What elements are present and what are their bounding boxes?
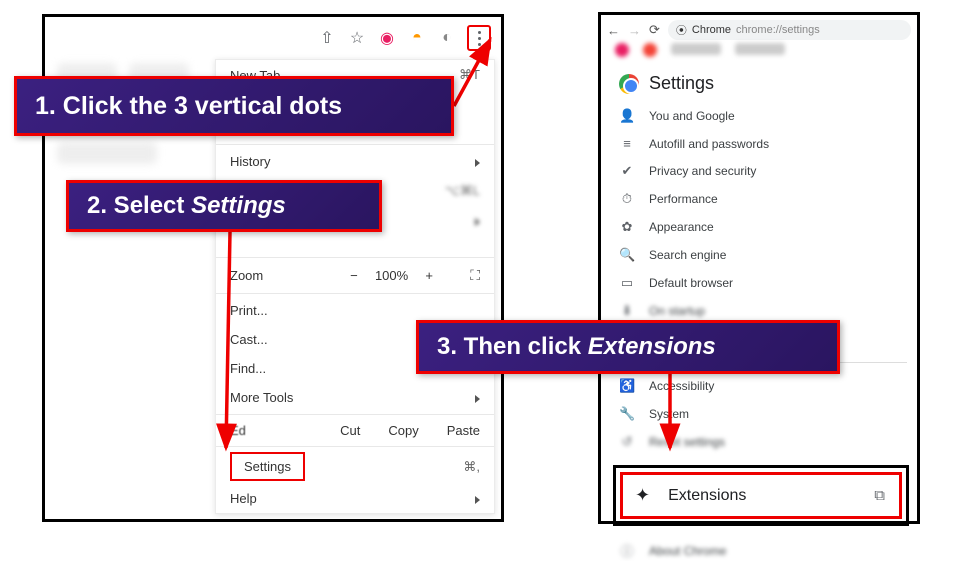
accessibility-icon: ♿ <box>619 378 635 394</box>
three-dots-menu-button[interactable] <box>467 25 491 51</box>
menu-shortcut: ⌘T <box>459 67 480 83</box>
settings-highlight: Settings <box>230 452 305 481</box>
settings-item-extensions[interactable]: ✦ Extensions ⧉ <box>620 472 902 519</box>
menu-separator <box>216 414 494 415</box>
url-text: chrome://settings <box>736 24 820 36</box>
wrench-icon: 🔧 <box>619 406 635 422</box>
url-label: Chrome <box>692 24 731 36</box>
shield-icon: ✔ <box>619 163 635 179</box>
settings-item-search-engine[interactable]: 🔍Search engine <box>615 246 907 264</box>
settings-item-about[interactable]: ⓘAbout Chrome <box>615 540 907 561</box>
address-bar: ← → ⟳ ⦿ Chrome chrome://settings <box>607 19 911 41</box>
menu-shortcut: ⌘, <box>463 459 480 475</box>
reset-icon: ↺ <box>619 434 635 450</box>
settings-item-accessibility[interactable]: ♿Accessibility <box>615 377 907 395</box>
puzzle-icon: ✦ <box>635 485 650 506</box>
paste-button[interactable]: Paste <box>433 417 494 444</box>
menu-shortcut: ⌥⌘L <box>445 183 480 199</box>
star-icon[interactable]: ☆ <box>347 27 367 49</box>
search-icon: 🔍 <box>619 247 635 263</box>
settings-item-system[interactable]: 🔧System <box>615 405 907 423</box>
menu-separator <box>216 257 494 258</box>
settings-heading: Settings <box>619 73 714 94</box>
ext-pink-icon[interactable]: ◉ <box>377 27 397 49</box>
submenu-arrow-icon <box>475 154 480 169</box>
menu-zoom: Zoom − 100% + ⛶ <box>216 260 494 291</box>
chrome-logo-icon <box>619 74 639 94</box>
forward-icon[interactable]: → <box>628 23 641 38</box>
callout-step-3: 3. Then click Extensions <box>416 320 840 374</box>
settings-item-you-and-google[interactable]: 👤You and Google <box>615 107 907 125</box>
cut-button[interactable]: Cut <box>326 417 374 444</box>
chrome-glyph-icon: ⦿ <box>676 22 687 38</box>
submenu-arrow-icon <box>475 491 480 506</box>
speed-icon: ⏱ <box>619 191 635 207</box>
menu-settings[interactable]: Settings ⌘, <box>216 449 494 484</box>
menu-history[interactable]: History <box>216 147 494 176</box>
url-bar[interactable]: ⦿ Chrome chrome://settings <box>668 20 911 40</box>
menu-edit-row: Ed Cut Copy Paste <box>216 417 494 444</box>
callout-step-1: 1. Click the 3 vertical dots <box>14 76 454 136</box>
menu-separator <box>216 446 494 447</box>
settings-item-autofill[interactable]: ≡Autofill and passwords <box>615 135 907 152</box>
menu-separator <box>216 144 494 145</box>
copy-button[interactable]: Copy <box>374 417 432 444</box>
reload-icon[interactable]: ⟳ <box>649 22 660 38</box>
settings-item-performance[interactable]: ⏱Performance <box>615 190 907 208</box>
ext-gray-icon[interactable]: ◐ <box>437 27 457 49</box>
share-icon[interactable]: ⇧ <box>317 27 337 49</box>
zoom-label: Zoom <box>230 268 263 283</box>
menu-hidden-row2 <box>216 235 494 255</box>
settings-item-privacy[interactable]: ✔Privacy and security <box>615 162 907 180</box>
zoom-out-button[interactable]: − <box>345 268 363 283</box>
settings-item-hidden[interactable]: ⬇On startup <box>615 302 907 320</box>
menu-separator <box>216 293 494 294</box>
settings-item-reset[interactable]: ↺Reset settings <box>615 433 907 451</box>
menu-label: History <box>230 154 270 169</box>
bookmark-bar <box>601 43 917 61</box>
appearance-icon: ✿ <box>619 219 635 235</box>
back-icon[interactable]: ← <box>607 23 620 38</box>
settings-item-appearance[interactable]: ✿Appearance <box>615 218 907 236</box>
browser-toolbar: ⇧ ☆ ◉ ◓ ◐ <box>317 21 491 55</box>
fullscreen-icon[interactable]: ⛶ <box>470 267 480 284</box>
submenu-arrow-icon <box>475 390 480 405</box>
open-external-icon: ⧉ <box>874 487 885 504</box>
menu-more-tools[interactable]: More Tools <box>216 383 494 412</box>
browser-icon: ▭ <box>619 275 635 291</box>
ext-orange-icon[interactable]: ◓ <box>407 27 427 49</box>
zoom-value: 100% <box>375 268 408 283</box>
autofill-icon: ≡ <box>619 136 635 151</box>
callout-step-2: 2. Select Settings <box>66 180 382 232</box>
chrome-settings-panel: ← → ⟳ ⦿ Chrome chrome://settings Setting… <box>598 12 920 524</box>
person-icon: 👤 <box>619 108 635 124</box>
settings-item-default-browser[interactable]: ▭Default browser <box>615 274 907 292</box>
extensions-highlight-outer: ✦ Extensions ⧉ <box>613 465 909 526</box>
edit-label: Ed <box>216 417 326 444</box>
menu-help[interactable]: Help <box>216 484 494 513</box>
zoom-in-button[interactable]: + <box>420 268 438 283</box>
